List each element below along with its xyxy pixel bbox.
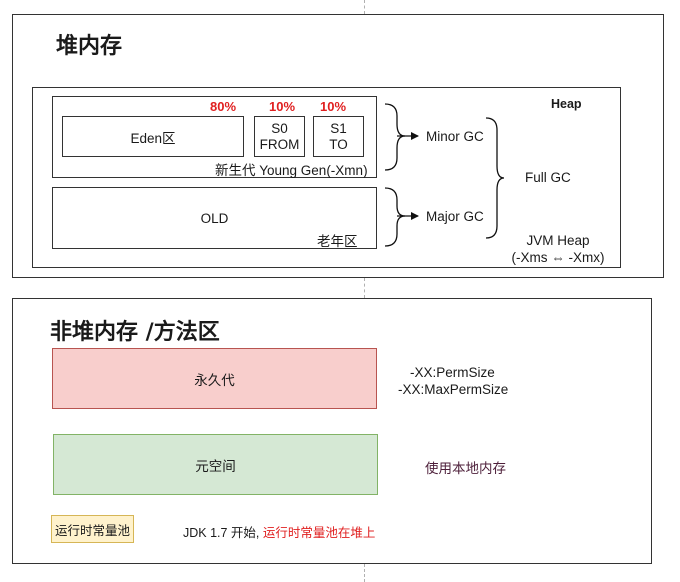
full-gc-brace <box>485 117 505 239</box>
young-gen-brace <box>384 103 406 171</box>
jvm-heap-title: JVM Heap <box>526 233 590 248</box>
permgen-params: -XX:PermSize -XX:MaxPermSize <box>398 364 508 398</box>
constant-pool-label: 运行时常量池 <box>54 523 130 538</box>
constant-pool-note-prefix: JDK 1.7 开始, <box>183 526 263 540</box>
metaspace-box: 元空间 <box>53 434 378 495</box>
constant-pool-box: 运行时常量池 <box>51 515 134 543</box>
metaspace-note: 使用本地内存 <box>425 461 506 476</box>
old-gen-brace <box>384 187 406 247</box>
constant-pool-note: JDK 1.7 开始, 运行时常量池在堆上 <box>183 522 375 541</box>
jvm-heap-params: (-Xms ⇔ -Xmx) <box>511 250 605 265</box>
permsize-param: -XX:PermSize <box>410 365 495 380</box>
jvm-heap-label: JVM Heap (-Xms ⇔ -Xmx) <box>508 232 608 266</box>
major-gc-label: Major GC <box>426 209 484 224</box>
maxpermsize-param: -XX:MaxPermSize <box>398 382 509 397</box>
permgen-box: 永久代 <box>52 348 377 409</box>
metaspace-label: 元空间 <box>195 458 236 474</box>
nonheap-title: 非堆内存 /方法区 <box>50 320 220 345</box>
permgen-label: 永久代 <box>194 372 235 388</box>
full-gc-label: Full GC <box>525 170 571 185</box>
constant-pool-note-highlight: 运行时常量池在堆上 <box>262 526 376 540</box>
minor-gc-label: Minor GC <box>426 129 484 144</box>
